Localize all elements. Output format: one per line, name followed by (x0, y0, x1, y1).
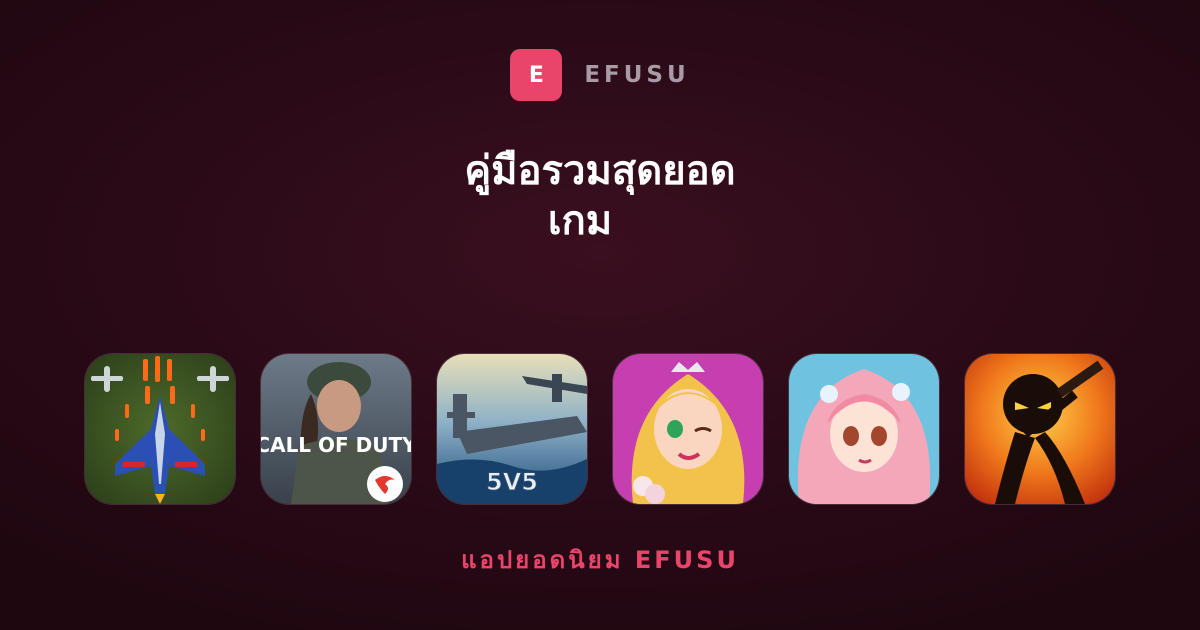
warship-5v5-icon[interactable]: 5V5 (437, 354, 587, 504)
footer-tagline: แอปยอดนิยม EFUSU (461, 546, 739, 574)
logo-letter: E (528, 62, 544, 88)
brand-header: E EFUSU (0, 49, 1200, 101)
app-icon-row: CALL OF DUTY 5V5 (85, 354, 1115, 504)
title-line-2: เกม (547, 198, 613, 244)
princess-dressup-icon[interactable] (613, 354, 763, 504)
5v5-label: 5V5 (486, 468, 538, 496)
title-line-1: คู่มือรวมสุดยอด (464, 148, 736, 194)
call-of-duty-icon[interactable]: CALL OF DUTY (261, 354, 411, 504)
efusu-logo-icon[interactable]: E (510, 49, 563, 101)
stickman-fire-icon[interactable] (965, 354, 1115, 504)
call-of-duty-label: CALL OF DUTY (261, 433, 411, 457)
air-fighter-game-icon[interactable] (85, 354, 235, 504)
anime-bride-icon[interactable] (789, 354, 939, 504)
page-title: คู่มือรวมสุดยอด เกม (0, 146, 1200, 246)
brand-name[interactable]: EFUSU (584, 62, 689, 88)
